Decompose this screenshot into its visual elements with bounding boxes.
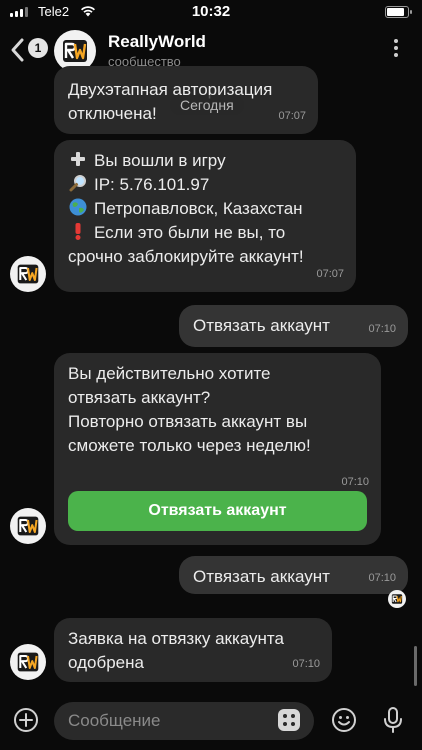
smile-icon[interactable] [331,707,357,733]
unlink-account-button[interactable]: Отвязать аккаунт [68,491,367,531]
keyboard-bot-icon[interactable] [276,707,302,733]
message-time: 07:07 [316,268,344,280]
battery-level [387,8,405,16]
message-line-text: Если это были не вы, то [94,223,286,242]
message-time: 07:10 [368,572,396,584]
message-bubble-incoming[interactable]: Заявка на отвязку аккаунта одобрена 07:1… [54,618,332,682]
reallyworld-logo-icon [17,516,39,536]
message-line-text: Петропавловск, Казахстан [94,199,303,218]
message-composer: Сообщение [0,700,422,750]
message-line: Повторно отвязать аккаунт вы [68,412,308,431]
message-line: отвязать аккаунт? [68,388,211,407]
message-line: сможете только через неделю! [68,436,311,455]
message-input-placeholder: Сообщение [68,711,161,730]
more-vertical-icon[interactable] [384,36,408,60]
message-time: 07:07 [278,110,306,122]
message-line: одобрена [68,653,144,672]
message-line: Заявка на отвязку аккаунта [68,629,284,648]
message-line-text: IP: 5.76.101.97 [94,175,210,194]
message-line: Вы вошли в игру [68,149,342,173]
message-line: IP: 5.76.101.97 [68,173,342,197]
chat-title[interactable]: ReallyWorld [108,32,206,52]
message-line: Петропавловск, Казахстан [68,197,342,221]
message-line: Отвязать аккаунт [193,567,330,586]
message-line: Если это были не вы, то [68,221,342,245]
message-input[interactable]: Сообщение [54,702,314,740]
back-button[interactable]: 1 [6,32,48,68]
message-line: срочно заблокируйте аккаунт! [68,247,304,266]
reallyworld-logo-icon [17,652,39,672]
battery-icon [385,6,412,18]
unread-badge: 1 [28,38,48,58]
exclamation-emoji-icon [75,223,81,240]
clock: 10:32 [191,3,231,20]
magnifier-emoji-icon [69,175,86,192]
plus-emoji-icon [71,152,85,166]
message-line: Вы действительно хотите [68,364,271,383]
reallyworld-logo-icon [17,264,39,284]
sender-avatar[interactable] [10,256,46,292]
reallyworld-logo-icon [391,594,403,604]
sender-avatar[interactable] [10,508,46,544]
sender-avatar[interactable] [10,644,46,680]
read-receipt-avatar [388,590,406,608]
date-separator: Сегодня [170,95,244,115]
message-line-text: Вы вошли в игру [94,151,226,170]
message-time: 07:10 [368,323,396,335]
status-bar: Tele2 10:32 [0,0,422,26]
message-bubble-outgoing[interactable]: Отвязать аккаунт 07:10 [179,556,408,594]
plus-circle-icon[interactable] [13,707,39,733]
message-line: Отвязать аккаунт [193,316,330,335]
message-bubble-incoming[interactable]: Вы вошли в игру IP: 5.76.101.97 Петропав… [54,140,356,292]
globe-emoji-icon [69,198,87,216]
scrollbar[interactable] [414,646,417,686]
message-bubble-outgoing[interactable]: Отвязать аккаунт 07:10 [179,305,408,347]
message-time: 07:10 [292,658,320,670]
microphone-icon[interactable] [382,706,404,734]
